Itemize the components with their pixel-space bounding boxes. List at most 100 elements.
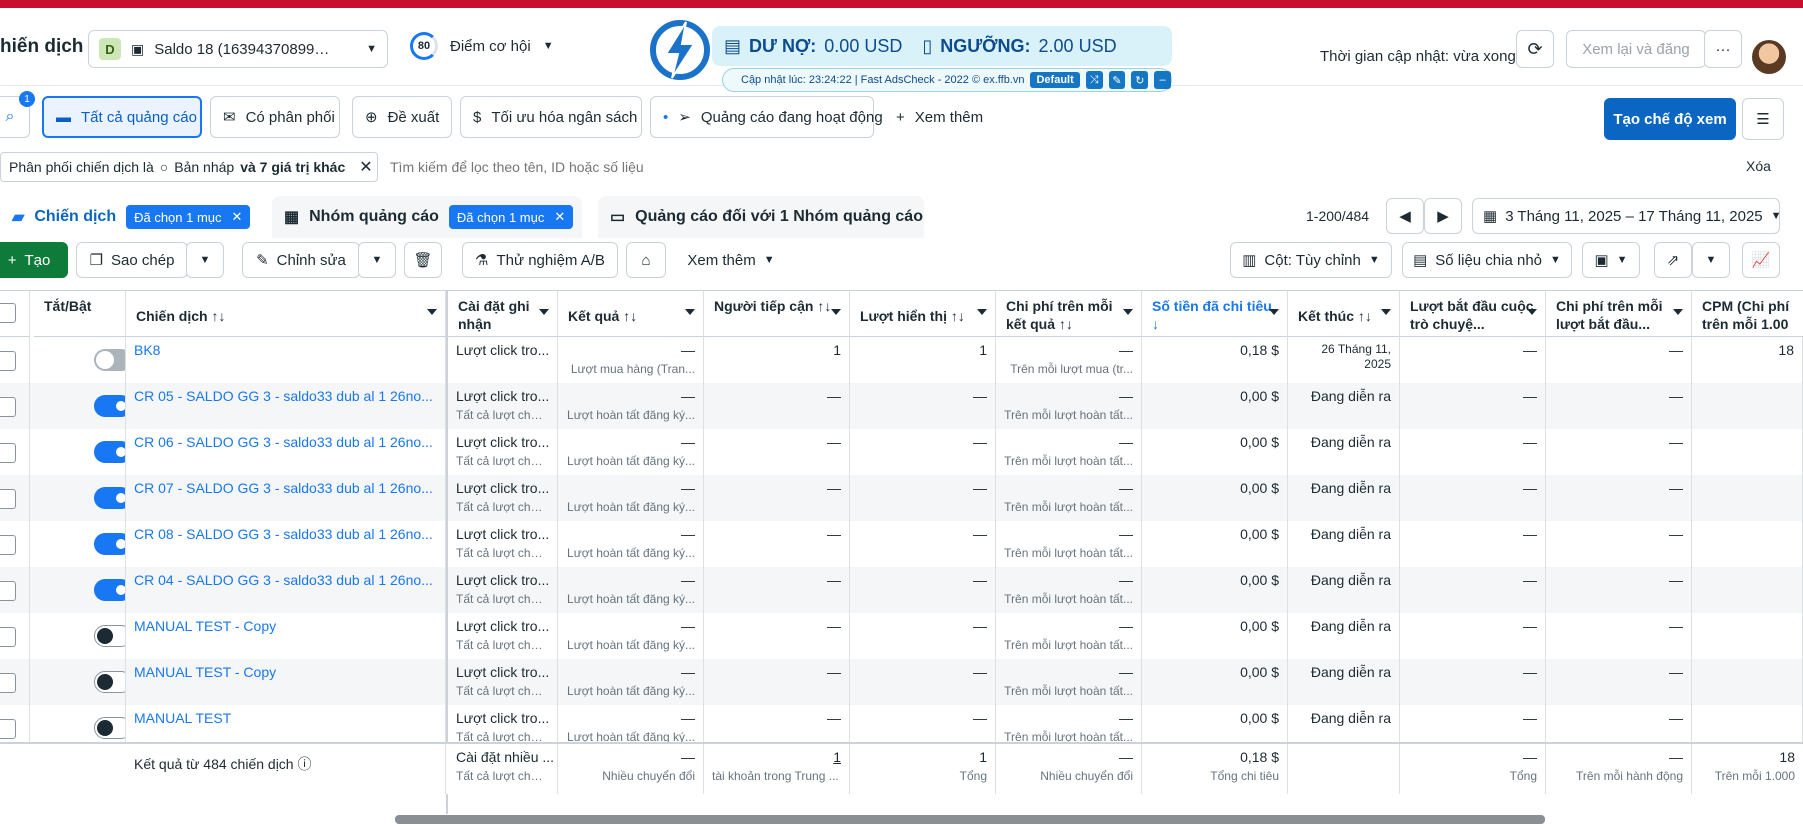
horizontal-scrollbar[interactable] xyxy=(395,815,1545,824)
campaign-name-link[interactable]: BK8 xyxy=(134,342,434,358)
row-checkbox[interactable] xyxy=(0,719,16,739)
delete-button[interactable]: 🗑 xyxy=(404,242,442,278)
create-button[interactable]: + Tạo xyxy=(0,242,68,278)
close-icon[interactable]: ✕ xyxy=(359,157,372,177)
filter-search-input[interactable] xyxy=(390,154,1290,180)
row-checkbox[interactable] xyxy=(0,443,16,463)
preset-select[interactable]: Default xyxy=(1030,72,1080,88)
breakdown-button[interactable]: ▤ Số liệu chia nhỏ ▼ xyxy=(1402,242,1572,278)
account-selector[interactable]: D ▣ Saldo 18 (163943708990... ▼ xyxy=(88,30,388,68)
campaign-name-link[interactable]: CR 06 - SALDO GG 3 - saldo33 dub al 1 26… xyxy=(134,434,434,450)
campaign-name-link[interactable]: MANUAL TEST xyxy=(134,710,434,726)
create-view-button[interactable]: Tạo chế độ xem xyxy=(1604,98,1736,140)
table-row[interactable]: MANUAL TEST - Copy Lượt click tro... Tất c… xyxy=(0,659,1803,705)
duplicate-dropdown[interactable]: ▼ xyxy=(186,242,224,278)
table-row[interactable]: CR 05 - SALDO GG 3 - saldo33 dub al 1 26… xyxy=(0,383,1803,429)
header-ends[interactable]: Kết thúc ↑↓ xyxy=(1288,291,1400,337)
header-conversations[interactable]: Lượt bắt đầu cuộc trò chuyệ... xyxy=(1400,291,1546,337)
prev-page-button[interactable]: ◀ xyxy=(1386,198,1424,234)
header-impressions[interactable]: Lượt hiển thị ↑↓ xyxy=(850,291,996,337)
edit-button[interactable]: ✎ Chỉnh sửa xyxy=(242,242,360,278)
campaign-name-link[interactable]: MANUAL TEST - Copy xyxy=(134,618,434,634)
edit-dropdown[interactable]: ▼ xyxy=(358,242,396,278)
row-checkbox[interactable] xyxy=(0,397,16,417)
close-icon[interactable]: ✕ xyxy=(232,209,243,225)
tab-delivery[interactable]: ✉ Có phân phối xyxy=(210,96,340,138)
table-row[interactable]: CR 04 - SALDO GG 3 - saldo33 dub al 1 26… xyxy=(0,567,1803,613)
tag-button[interactable]: ⌂ xyxy=(626,242,666,278)
edit-icon[interactable]: ✎ xyxy=(1108,71,1126,89)
header-amount-spent[interactable]: Số tiền đã chi tiêu ↓ xyxy=(1142,291,1288,337)
delivery-toggle[interactable] xyxy=(94,625,125,647)
more-tabs-button[interactable]: + Xem thêm xyxy=(884,96,1024,138)
delivery-toggle[interactable] xyxy=(94,441,125,463)
header-cost-per-result[interactable]: Chi phí trên mỗi kết quả ↑↓ xyxy=(996,291,1142,337)
row-checkbox[interactable] xyxy=(0,535,16,555)
ab-test-button[interactable]: ⚗ Thử nghiệm A/B xyxy=(462,242,618,278)
tab-active-ads[interactable]: • ➢ Quảng cáo đang hoạt động xyxy=(650,96,883,138)
date-range-picker[interactable]: ▦ 3 Tháng 11, 2025 – 17 Tháng 11, 2025 ▼ xyxy=(1472,198,1782,234)
avatar[interactable] xyxy=(1752,40,1786,74)
search-button[interactable]: ⌕ 1 xyxy=(0,91,35,138)
columns-button[interactable]: ▥ Cột: Tùy chỉnh ▼ xyxy=(1230,242,1392,278)
review-publish-button[interactable]: Xem lại và đăng xyxy=(1566,30,1706,68)
row-checkbox[interactable] xyxy=(0,673,16,693)
header-campaign[interactable]: Chiến dịch ↑↓ xyxy=(126,291,446,337)
header-cpm[interactable]: CPM (Chi phí trên mỗi 1.00 xyxy=(1692,291,1803,337)
row-checkbox[interactable] xyxy=(0,581,16,601)
header-results[interactable]: Kết quả ↑↓ xyxy=(558,291,704,337)
delivery-toggle[interactable] xyxy=(94,349,125,371)
export-dropdown[interactable]: ▼ xyxy=(1692,242,1730,278)
delivery-toggle[interactable] xyxy=(94,395,125,417)
clear-filters-button[interactable]: Xóa xyxy=(1746,158,1771,174)
campaigns-selected[interactable]: Đã chọn 1 mục ✕ xyxy=(126,205,251,229)
next-page-button[interactable]: ▶ xyxy=(1424,198,1462,234)
row-checkbox[interactable] xyxy=(0,489,16,509)
delivery-toggle[interactable] xyxy=(94,671,125,693)
export-button[interactable]: ⇗ xyxy=(1654,242,1692,278)
header-attribution[interactable]: Cài đặt ghi nhận xyxy=(448,291,558,337)
close-icon[interactable]: ✕ xyxy=(554,209,565,225)
tab-campaigns[interactable]: ▰ Chiến dịch Đã chọn 1 mục ✕ xyxy=(0,196,262,238)
campaign-name-link[interactable]: CR 07 - SALDO GG 3 - saldo33 dub al 1 26… xyxy=(134,480,434,496)
table-row[interactable]: CR 08 - SALDO GG 3 - saldo33 dub al 1 26… xyxy=(0,521,1803,567)
adsets-selected[interactable]: Đã chọn 1 mục ✕ xyxy=(448,205,574,229)
header-cost-per-conversation[interactable]: Chi phí trên mỗi lượt bắt đầu... xyxy=(1546,291,1692,337)
tab-recommendations[interactable]: ⊕ Đề xuất xyxy=(352,96,452,138)
refresh-button[interactable]: ⟳ xyxy=(1516,30,1554,68)
reports-button[interactable]: ▣ ▼ xyxy=(1582,242,1640,278)
tab-all-ads[interactable]: ▬ Tất cả quảng cáo xyxy=(42,96,202,138)
footer-sub: Nhiều chuyển đổi xyxy=(602,769,695,783)
delivery-toggle[interactable] xyxy=(94,533,125,555)
tab-ads[interactable]: ▭ Quảng cáo đối với 1 Nhóm quảng cáo xyxy=(598,196,924,238)
select-all-checkbox[interactable] xyxy=(0,303,16,323)
table-row[interactable]: BK8 Lượt click tro... — Lượt mua hàng (Tran… xyxy=(0,337,1803,383)
header-reach[interactable]: Người tiếp cận ↑↓ xyxy=(704,291,850,337)
campaign-name-link[interactable]: CR 05 - SALDO GG 3 - saldo33 dub al 1 26… xyxy=(134,388,434,404)
table-row[interactable]: MANUAL TEST - Copy Lượt click tro... Tất c… xyxy=(0,613,1803,659)
info-icon[interactable]: ⓘ xyxy=(297,756,311,772)
row-checkbox[interactable] xyxy=(0,351,16,371)
delivery-toggle[interactable] xyxy=(94,487,125,509)
duplicate-button[interactable]: ❐ Sao chép xyxy=(76,242,188,278)
delivery-toggle[interactable] xyxy=(94,717,125,739)
filter-chip[interactable]: Phân phối chiến dịch là ○ Bản nháp và 7 … xyxy=(0,152,378,182)
view-settings-button[interactable]: ☰ xyxy=(1742,98,1784,140)
row-checkbox[interactable] xyxy=(0,627,16,647)
header-toggle[interactable]: Tắt/Bật xyxy=(34,291,126,337)
more-actions-button[interactable]: Xem thêm ▼ xyxy=(676,242,786,278)
table-row[interactable]: CR 07 - SALDO GG 3 - saldo33 dub al 1 26… xyxy=(0,475,1803,521)
refresh-icon[interactable]: ↻ xyxy=(1131,71,1149,89)
campaign-name-link[interactable]: MANUAL TEST - Copy xyxy=(134,664,434,680)
more-options-button[interactable]: ··· xyxy=(1704,30,1742,68)
charts-button[interactable]: 📈 xyxy=(1742,242,1780,278)
shuffle-icon[interactable]: ⤨ xyxy=(1085,71,1103,89)
minimize-icon[interactable]: – xyxy=(1154,71,1172,89)
delivery-toggle[interactable] xyxy=(94,579,125,601)
opportunity-score[interactable]: 80 Điểm cơ hội ▼ xyxy=(410,32,554,60)
tab-adsets[interactable]: ▦ Nhóm quảng cáo Đã chọn 1 mục ✕ xyxy=(272,196,582,238)
table-row[interactable]: CR 06 - SALDO GG 3 - saldo33 dub al 1 26… xyxy=(0,429,1803,475)
campaign-name-link[interactable]: CR 08 - SALDO GG 3 - saldo33 dub al 1 26… xyxy=(134,526,434,542)
campaign-name-link[interactable]: CR 04 - SALDO GG 3 - saldo33 dub al 1 26… xyxy=(134,572,434,588)
tab-budget-optimization[interactable]: $ Tối ưu hóa ngân sách xyxy=(460,96,642,138)
